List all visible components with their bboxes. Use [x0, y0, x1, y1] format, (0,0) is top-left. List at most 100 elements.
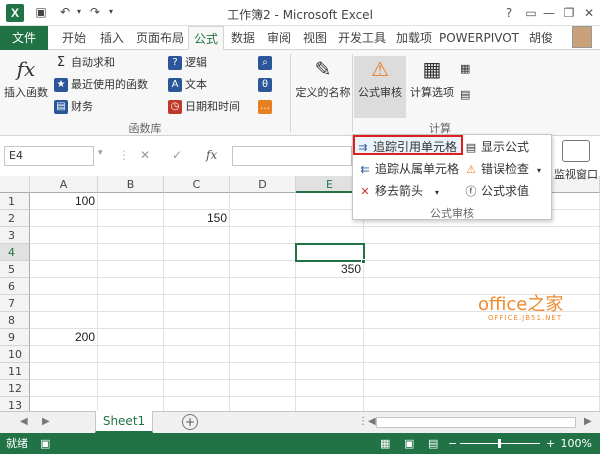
grid-cell[interactable]: [364, 346, 600, 363]
cell-a1[interactable]: 100: [30, 193, 98, 210]
show-formulas-button[interactable]: ▤ 显示公式: [463, 137, 529, 157]
grid-cell[interactable]: [230, 278, 296, 295]
grid-cell[interactable]: [98, 261, 164, 278]
grid-cell[interactable]: [230, 244, 296, 261]
grid-cell[interactable]: [30, 346, 98, 363]
enter-formula-button[interactable]: ✓: [172, 148, 182, 162]
grid-cell[interactable]: [296, 295, 364, 312]
grid-cell[interactable]: [230, 312, 296, 329]
calculate-now-icon[interactable]: ▦: [460, 60, 470, 78]
help-button[interactable]: ?: [500, 4, 518, 22]
cell-c2[interactable]: 150: [164, 210, 230, 227]
cancel-formula-button[interactable]: ✕: [140, 148, 150, 162]
tab-home[interactable]: 开始: [56, 26, 92, 50]
grid-cell[interactable]: [364, 261, 600, 278]
fill-handle[interactable]: [361, 259, 366, 264]
tab-developer[interactable]: 开发工具: [334, 26, 390, 50]
insert-function-button[interactable]: fx 插入函数: [4, 56, 48, 100]
grid-cell[interactable]: [30, 210, 98, 227]
grid-cell[interactable]: [364, 380, 600, 397]
grid-cell[interactable]: [230, 329, 296, 346]
grid-cell[interactable]: [164, 193, 230, 210]
row-header[interactable]: 3: [0, 227, 30, 244]
page-break-view-icon[interactable]: ▤: [428, 433, 438, 454]
name-box[interactable]: E4: [4, 146, 94, 166]
user-name[interactable]: 胡俊: [524, 26, 558, 50]
grid-cell[interactable]: [296, 363, 364, 380]
normal-view-icon[interactable]: ▦: [380, 433, 390, 454]
row-header[interactable]: 11: [0, 363, 30, 380]
formula-input[interactable]: [232, 146, 352, 166]
grid-cell[interactable]: [30, 363, 98, 380]
grid-cell[interactable]: [98, 193, 164, 210]
grid-cell[interactable]: [98, 346, 164, 363]
tab-review[interactable]: 审阅: [262, 26, 296, 50]
close-button[interactable]: ✕: [580, 4, 598, 22]
financial-button[interactable]: ▤ 财务: [54, 98, 93, 116]
minimize-button[interactable]: —: [540, 4, 558, 22]
column-header[interactable]: B: [98, 176, 164, 193]
error-checking-button[interactable]: ⚠ 错误检查 ▾: [463, 159, 541, 179]
remove-arrows-button[interactable]: ✕ 移去箭头 ▾: [357, 181, 439, 201]
row-header[interactable]: 2: [0, 210, 30, 227]
row-header[interactable]: 7: [0, 295, 30, 312]
grid-cell[interactable]: [98, 312, 164, 329]
grid-cell[interactable]: [230, 380, 296, 397]
watch-window-button[interactable]: 监视窗口: [554, 140, 598, 182]
defined-names-button[interactable]: ✎ 定义的名称: [294, 56, 352, 100]
row-header[interactable]: 8: [0, 312, 30, 329]
grid-cell[interactable]: [98, 244, 164, 261]
grid-cell[interactable]: [296, 312, 364, 329]
grid-cell[interactable]: [296, 278, 364, 295]
restore-button[interactable]: ❐: [560, 4, 578, 22]
grid-cell[interactable]: [164, 346, 230, 363]
tab-file[interactable]: 文件: [0, 26, 48, 50]
grid-cell[interactable]: [164, 244, 230, 261]
grid-cell[interactable]: [30, 278, 98, 295]
datetime-button[interactable]: ◷ 日期和时间: [168, 98, 240, 116]
cell-a9[interactable]: 200: [30, 329, 98, 346]
evaluate-formula-button[interactable]: ⓕ 公式求值: [463, 181, 530, 201]
calculation-options-button[interactable]: ▦ 计算选项: [408, 56, 456, 100]
grid-cell[interactable]: [30, 244, 98, 261]
grid-cell[interactable]: [164, 329, 230, 346]
grid-cell[interactable]: [296, 227, 364, 244]
recent-functions-button[interactable]: ★ 最近使用的函数: [54, 76, 148, 94]
column-header[interactable]: C: [164, 176, 230, 193]
grid-cell[interactable]: [30, 295, 98, 312]
grid-cell[interactable]: [30, 227, 98, 244]
cell-e5[interactable]: 350: [296, 261, 364, 278]
grid-cell[interactable]: [164, 380, 230, 397]
tab-view[interactable]: 视图: [298, 26, 332, 50]
grid-cell[interactable]: [164, 312, 230, 329]
grid-cell[interactable]: [364, 363, 600, 380]
trace-precedents-button[interactable]: ⇉ 追踪引用单元格: [353, 135, 464, 155]
tab-data[interactable]: 数据: [226, 26, 260, 50]
column-header[interactable]: A: [30, 176, 98, 193]
logical-button[interactable]: ? 逻辑: [168, 54, 207, 72]
grid-cell[interactable]: [230, 193, 296, 210]
formula-auditing-button[interactable]: ⚠ 公式审核: [354, 56, 406, 118]
grid-cell[interactable]: [98, 295, 164, 312]
row-header[interactable]: 4: [0, 244, 30, 261]
grid-cell[interactable]: [296, 346, 364, 363]
grid-cell[interactable]: [98, 329, 164, 346]
horizontal-scrollbar[interactable]: [376, 417, 576, 428]
text-button[interactable]: A 文本: [168, 76, 207, 94]
grid-cell[interactable]: [98, 210, 164, 227]
macro-record-icon[interactable]: ▣: [40, 433, 50, 454]
prev-sheet-icon[interactable]: ◀: [20, 416, 28, 427]
grid-cell[interactable]: [230, 363, 296, 380]
zoom-in-icon[interactable]: +: [546, 433, 555, 454]
autosum-button[interactable]: Σ 自动求和: [54, 54, 115, 72]
select-all-corner[interactable]: [0, 176, 30, 193]
grid-cell[interactable]: [296, 329, 364, 346]
grid-cell[interactable]: [30, 312, 98, 329]
grid-cell[interactable]: [230, 210, 296, 227]
grid-cell[interactable]: [364, 244, 600, 261]
add-sheet-button[interactable]: +: [182, 414, 198, 430]
grid-cell[interactable]: [164, 278, 230, 295]
page-layout-view-icon[interactable]: ▣: [404, 433, 414, 454]
grid-cell[interactable]: [230, 261, 296, 278]
more-functions-button[interactable]: …: [258, 98, 275, 116]
